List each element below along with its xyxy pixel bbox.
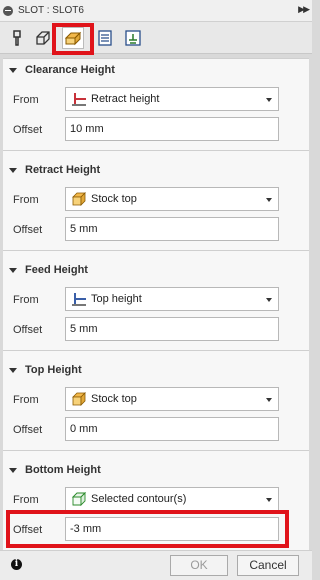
selected-contour-icon bbox=[71, 491, 87, 507]
chevron-down-icon bbox=[266, 398, 272, 402]
cancel-button[interactable]: Cancel bbox=[237, 555, 299, 576]
geometry-icon bbox=[36, 31, 50, 45]
tab-linking[interactable] bbox=[122, 27, 144, 49]
linking-icon bbox=[125, 30, 141, 46]
chevron-down-icon bbox=[266, 198, 272, 202]
tab-highlight-box bbox=[52, 23, 94, 55]
bottom-from-select[interactable]: Selected contour(s) bbox=[65, 487, 279, 511]
dialog-title: SLOT : SLOT6 bbox=[18, 5, 84, 16]
chevron-down-icon bbox=[266, 498, 272, 502]
section-feed-height: Feed Height From Top height Offset 5 mm bbox=[3, 250, 309, 350]
select-value: Retract height bbox=[91, 93, 160, 105]
section-title: Top Height bbox=[25, 364, 82, 376]
passes-icon bbox=[98, 30, 112, 46]
tab-geometry[interactable] bbox=[32, 27, 54, 49]
top-height-icon bbox=[72, 293, 86, 306]
section-title: Retract Height bbox=[25, 164, 101, 176]
caret-down-icon bbox=[9, 167, 17, 173]
feed-offset-input[interactable]: 5 mm bbox=[65, 317, 279, 341]
caret-down-icon bbox=[9, 367, 17, 373]
ok-button[interactable]: OK bbox=[170, 555, 228, 576]
section-header[interactable]: Feed Height bbox=[3, 259, 309, 281]
select-value: Stock top bbox=[91, 193, 137, 205]
offset-label: Offset bbox=[13, 424, 43, 436]
tool-icon bbox=[13, 30, 21, 46]
from-label: From bbox=[13, 294, 39, 306]
clearance-from-select[interactable]: Retract height bbox=[65, 87, 279, 111]
stock-top-icon bbox=[72, 192, 86, 206]
tab-bar bbox=[0, 22, 312, 54]
info-icon[interactable]: i bbox=[11, 559, 22, 570]
select-value: Top height bbox=[91, 293, 142, 305]
offset-label: Offset bbox=[13, 324, 43, 336]
title-bar: SLOT : SLOT6 ▶▶ bbox=[0, 0, 312, 22]
section-header[interactable]: Bottom Height bbox=[3, 459, 309, 481]
section-title: Clearance Height bbox=[25, 64, 115, 76]
tab-passes[interactable] bbox=[94, 27, 116, 49]
dialog-footer: i OK Cancel bbox=[0, 550, 312, 580]
chevron-down-icon bbox=[266, 298, 272, 302]
offset-label: Offset bbox=[13, 124, 43, 136]
select-value: Stock top bbox=[91, 393, 137, 405]
chevron-down-icon bbox=[266, 98, 272, 102]
top-from-select[interactable]: Stock top bbox=[65, 387, 279, 411]
select-value: Selected contour(s) bbox=[91, 493, 187, 505]
offset-highlight-box bbox=[6, 510, 289, 548]
section-header[interactable]: Retract Height bbox=[3, 159, 309, 181]
section-top-height: Top Height From Stock top Offset 0 mm bbox=[3, 350, 309, 450]
from-label: From bbox=[13, 494, 39, 506]
section-header[interactable]: Top Height bbox=[3, 359, 309, 381]
feed-from-select[interactable]: Top height bbox=[65, 287, 279, 311]
tab-tool[interactable] bbox=[6, 27, 28, 49]
retract-height-icon bbox=[72, 93, 86, 106]
expand-icon[interactable]: ▶▶ bbox=[298, 4, 310, 15]
from-label: From bbox=[13, 194, 39, 206]
caret-down-icon bbox=[9, 267, 17, 273]
retract-from-select[interactable]: Stock top bbox=[65, 187, 279, 211]
retract-offset-input[interactable]: 5 mm bbox=[65, 217, 279, 241]
caret-down-icon bbox=[9, 467, 17, 473]
caret-down-icon bbox=[9, 67, 17, 73]
section-title: Feed Height bbox=[25, 264, 88, 276]
offset-label: Offset bbox=[13, 224, 43, 236]
from-label: From bbox=[13, 94, 39, 106]
clearance-offset-input[interactable]: 10 mm bbox=[65, 117, 279, 141]
section-retract-height: Retract Height From Stock top Offset 5 m… bbox=[3, 150, 309, 250]
section-header[interactable]: Clearance Height bbox=[3, 59, 309, 81]
collapse-icon[interactable] bbox=[3, 5, 13, 16]
stock-top-icon bbox=[72, 392, 86, 406]
section-title: Bottom Height bbox=[25, 464, 101, 476]
from-label: From bbox=[13, 394, 39, 406]
top-offset-input[interactable]: 0 mm bbox=[65, 417, 279, 441]
section-clearance-height: Clearance Height From Retract height Off… bbox=[3, 58, 309, 150]
